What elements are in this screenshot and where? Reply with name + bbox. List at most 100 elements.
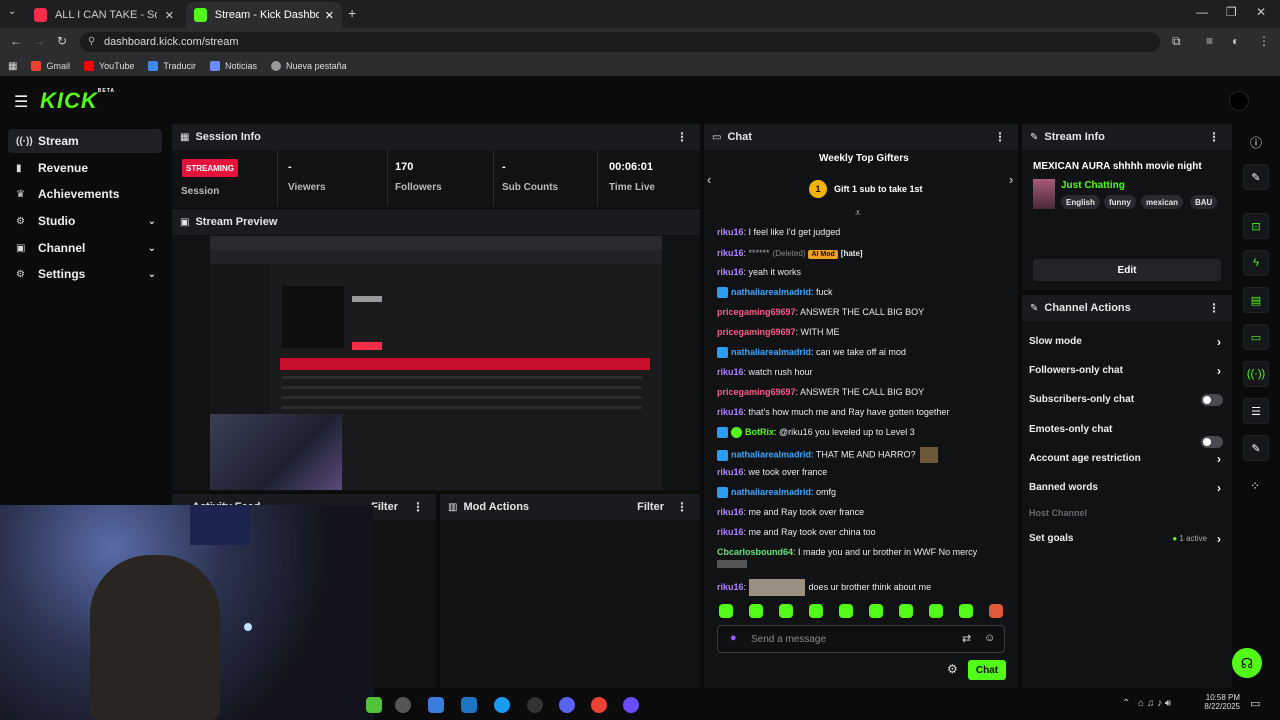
chevron-right-icon[interactable]: › bbox=[1009, 172, 1013, 187]
edge-icon[interactable] bbox=[494, 697, 510, 713]
sidebar-item-settings[interactable]: ⚙ Settings ⌄ bbox=[8, 262, 162, 286]
chat-message[interactable]: riku16: me and Ray took over france bbox=[717, 507, 864, 517]
taskbar-app-icon[interactable] bbox=[395, 697, 411, 713]
chevron-left-icon[interactable]: ‹ bbox=[707, 172, 711, 187]
discord-icon[interactable] bbox=[559, 697, 575, 713]
emote-icon[interactable] bbox=[779, 604, 793, 618]
camera-icon[interactable]: ⊡ bbox=[1243, 213, 1269, 239]
bookmark-youtube[interactable]: YouTube bbox=[83, 61, 134, 71]
emote-icon[interactable] bbox=[989, 604, 1003, 618]
chat-username[interactable]: nathaliarealmadrid bbox=[731, 449, 811, 459]
chat-username[interactable]: pricegaming69697 bbox=[717, 307, 796, 317]
extensions-icon[interactable]: ⧉ bbox=[1172, 34, 1181, 49]
apps-grid-icon[interactable]: ▦ bbox=[8, 61, 17, 72]
site-info-icon[interactable]: ⚲ bbox=[88, 32, 95, 52]
sidebar-item-achievements[interactable]: ♛ Achievements bbox=[8, 182, 162, 206]
taskbar-app-icon[interactable] bbox=[428, 697, 444, 713]
emote-icon[interactable] bbox=[869, 604, 883, 618]
send-chat-button[interactable]: Chat bbox=[968, 660, 1006, 680]
taskbar-app-icon[interactable] bbox=[623, 697, 639, 713]
media-icon[interactable]: ≡ bbox=[1206, 34, 1213, 48]
translate-icon[interactable]: ⇄ bbox=[962, 632, 971, 645]
edit-stream-info-button[interactable]: Edit bbox=[1033, 259, 1221, 281]
filter-button[interactable]: Filter bbox=[371, 501, 398, 513]
emote-icon[interactable] bbox=[749, 604, 763, 618]
subscribers-only-toggle[interactable] bbox=[1201, 394, 1223, 406]
chat-username[interactable]: riku16 bbox=[717, 267, 744, 277]
info-icon[interactable]: ⓘ bbox=[1250, 134, 1262, 151]
more-icon[interactable]: ⋮ bbox=[676, 500, 688, 514]
chat-message[interactable]: pricegaming69697: ANSWER THE CALL BIG BO… bbox=[717, 307, 924, 317]
chat-username[interactable]: nathaliarealmadrid bbox=[731, 287, 811, 297]
chat-message[interactable]: riku16: that's how much me and Ray have … bbox=[717, 407, 949, 417]
taskbar-app-icon[interactable] bbox=[527, 697, 543, 713]
banned-words-row[interactable]: Banned words › bbox=[1029, 481, 1225, 495]
minimize-icon[interactable]: — bbox=[1196, 5, 1208, 19]
chat-username[interactable]: riku16 bbox=[717, 227, 744, 237]
more-icon[interactable]: ⋮ bbox=[676, 130, 688, 144]
followers-only-chat-row[interactable]: Followers-only chat › bbox=[1029, 364, 1225, 378]
collapse-icon[interactable]: ⩡ bbox=[855, 208, 861, 219]
bookmark-traducir[interactable]: Traducir bbox=[148, 61, 196, 71]
gift-sub-prompt[interactable]: Gift 1 sub to take 1st bbox=[834, 184, 923, 194]
chat-username[interactable]: riku16 bbox=[717, 407, 744, 417]
sidebar-item-stream[interactable]: ((·)) Stream bbox=[8, 129, 162, 153]
more-icon[interactable]: ⋮ bbox=[1208, 301, 1220, 315]
chat-username[interactable]: nathaliarealmadrid bbox=[731, 487, 811, 497]
chat-message[interactable]: riku16: I feel like I'd get judged bbox=[717, 227, 840, 237]
chat-username[interactable]: riku16 bbox=[717, 582, 744, 592]
document-icon[interactable]: ▤ bbox=[1243, 287, 1269, 313]
edit-icon[interactable]: ✎ bbox=[1243, 164, 1269, 190]
chat-message[interactable]: riku16: we took over france bbox=[717, 467, 827, 477]
close-icon[interactable]: ✕ bbox=[165, 9, 174, 22]
chat-username[interactable]: riku16 bbox=[717, 248, 744, 258]
wrench-icon[interactable]: ✎ bbox=[1243, 435, 1269, 461]
url-input[interactable]: ⚲ dashboard.kick.com/stream bbox=[80, 32, 1160, 52]
microphone-icon[interactable]: ● bbox=[730, 632, 737, 644]
filter-button[interactable]: Filter bbox=[637, 501, 664, 513]
chat-message[interactable]: pricegaming69697: WITH ME bbox=[717, 327, 840, 337]
support-headset-icon[interactable]: ☊ bbox=[1232, 648, 1262, 678]
broadcast-icon[interactable]: ((·)) bbox=[1243, 361, 1269, 387]
chat-username[interactable]: pricegaming69697 bbox=[717, 327, 796, 337]
new-tab-icon[interactable]: + bbox=[348, 5, 356, 21]
kick-logo[interactable]: KICKBETA bbox=[40, 88, 115, 114]
chat-username[interactable]: nathaliarealmadrid bbox=[731, 347, 811, 357]
taskbar-app-icon[interactable] bbox=[366, 697, 382, 713]
set-goals-row[interactable]: Set goals ● 1 active › bbox=[1029, 532, 1225, 546]
chat-message[interactable]: nathaliarealmadrid: fuck bbox=[717, 287, 833, 299]
chat-username[interactable]: riku16 bbox=[717, 367, 744, 377]
bookmark-new-tab[interactable]: Nueva pestaña bbox=[271, 61, 347, 71]
browser-tab-kick[interactable]: Stream - Kick Dashboard ✕ bbox=[186, 2, 342, 28]
more-icon[interactable]: ⋮ bbox=[1208, 130, 1220, 144]
chat-username[interactable]: Cbcarlosbound64 bbox=[717, 547, 793, 557]
browser-menu-icon[interactable]: ⋮ bbox=[1258, 34, 1270, 48]
emote-icon[interactable] bbox=[809, 604, 823, 618]
apps-icon[interactable]: ⁘ bbox=[1250, 479, 1260, 493]
account-age-restriction-row[interactable]: Account age restriction › bbox=[1029, 452, 1225, 466]
tray-icons[interactable]: ⌂ ♫ ♪ 🔊︎ bbox=[1138, 698, 1171, 709]
chat-bubble-icon[interactable]: ▭ bbox=[1243, 324, 1269, 350]
emote-icon[interactable] bbox=[959, 604, 973, 618]
tray-expand-icon[interactable]: ⌃ bbox=[1122, 698, 1130, 709]
chat-message[interactable]: nathaliarealmadrid: THAT ME AND HARRO? bbox=[717, 447, 938, 463]
maximize-icon[interactable]: ❐ bbox=[1226, 5, 1237, 19]
chat-message[interactable]: nathaliarealmadrid: can we take off ai m… bbox=[717, 347, 906, 359]
chat-message[interactable]: BotRix: @riku16 you leveled up to Level … bbox=[717, 427, 915, 439]
taskbar-clock[interactable]: 10:58 PM 8/22/2025 bbox=[1198, 693, 1240, 711]
close-icon[interactable]: ✕ bbox=[325, 9, 334, 22]
chat-message[interactable]: Cbcarlosbound64: I made you and ur broth… bbox=[717, 547, 977, 557]
emoji-icon[interactable]: ☺ bbox=[984, 632, 995, 644]
category-link[interactable]: Just Chatting bbox=[1061, 180, 1125, 191]
chat-message[interactable]: nathaliarealmadrid: omfg bbox=[717, 487, 836, 499]
emote-icon[interactable] bbox=[899, 604, 913, 618]
forward-icon[interactable]: → bbox=[33, 34, 45, 48]
stream-preview-video[interactable] bbox=[210, 236, 662, 490]
more-icon[interactable]: ⋮ bbox=[412, 500, 424, 514]
emote-icon[interactable] bbox=[719, 604, 733, 618]
more-icon[interactable]: ⋮ bbox=[994, 130, 1006, 144]
sidebar-item-studio[interactable]: ⚙ Studio ⌄ bbox=[8, 209, 162, 233]
chat-username[interactable]: pricegaming69697 bbox=[717, 387, 796, 397]
avatar[interactable] bbox=[1229, 91, 1249, 111]
chat-message[interactable]: riku16: yeah it works bbox=[717, 267, 801, 277]
